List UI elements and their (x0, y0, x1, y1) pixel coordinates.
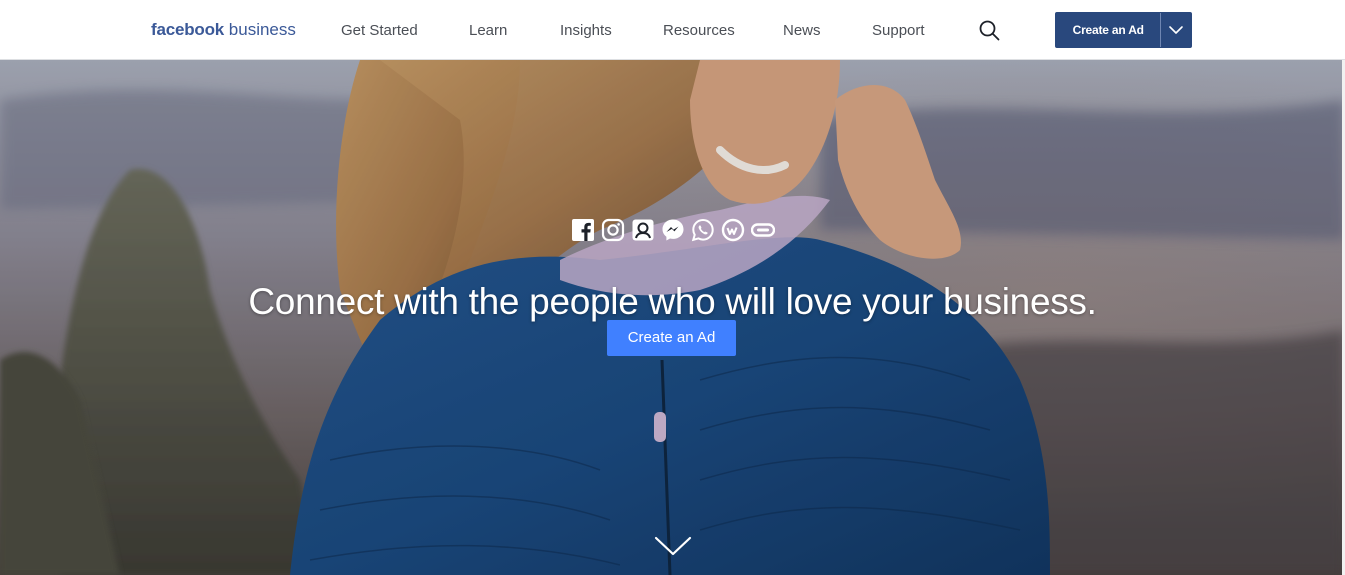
nav-resources[interactable]: Resources (663, 21, 735, 41)
oculus-icon (751, 218, 775, 242)
messenger-icon (661, 218, 685, 242)
hero-create-ad-button[interactable]: Create an Ad (607, 320, 736, 356)
create-ad-button-group: Create an Ad (1055, 12, 1192, 48)
brand-wordmark-facebook: facebook (151, 20, 225, 39)
nav-news[interactable]: News (783, 21, 821, 41)
hero-headline: Connect with the people who will love yo… (248, 280, 1097, 322)
create-ad-dropdown-button[interactable] (1161, 13, 1191, 47)
hero-section: Connect with the people who will love yo… (0, 60, 1345, 575)
search-button[interactable] (977, 18, 1003, 44)
nav-support[interactable]: Support (872, 21, 925, 41)
scroll-down-button[interactable] (653, 534, 693, 558)
nav-learn[interactable]: Learn (469, 21, 507, 41)
nav-insights[interactable]: Insights (560, 21, 612, 41)
instagram-icon (601, 218, 625, 242)
search-icon (979, 20, 1000, 41)
chevron-down-icon (654, 536, 692, 556)
audience-network-icon (631, 218, 655, 242)
facebook-business-logo[interactable]: facebook business (151, 19, 296, 41)
create-ad-button[interactable]: Create an Ad (1056, 13, 1160, 47)
chevron-down-icon (1169, 26, 1184, 34)
nav-get-started[interactable]: Get Started (341, 21, 418, 41)
family-of-apps-icons (571, 218, 775, 242)
facebook-icon (571, 218, 595, 242)
top-navigation-bar: facebook business Get Started Learn Insi… (0, 0, 1345, 60)
workplace-icon (721, 218, 745, 242)
whatsapp-icon (691, 218, 715, 242)
brand-wordmark-business: business (228, 20, 296, 39)
